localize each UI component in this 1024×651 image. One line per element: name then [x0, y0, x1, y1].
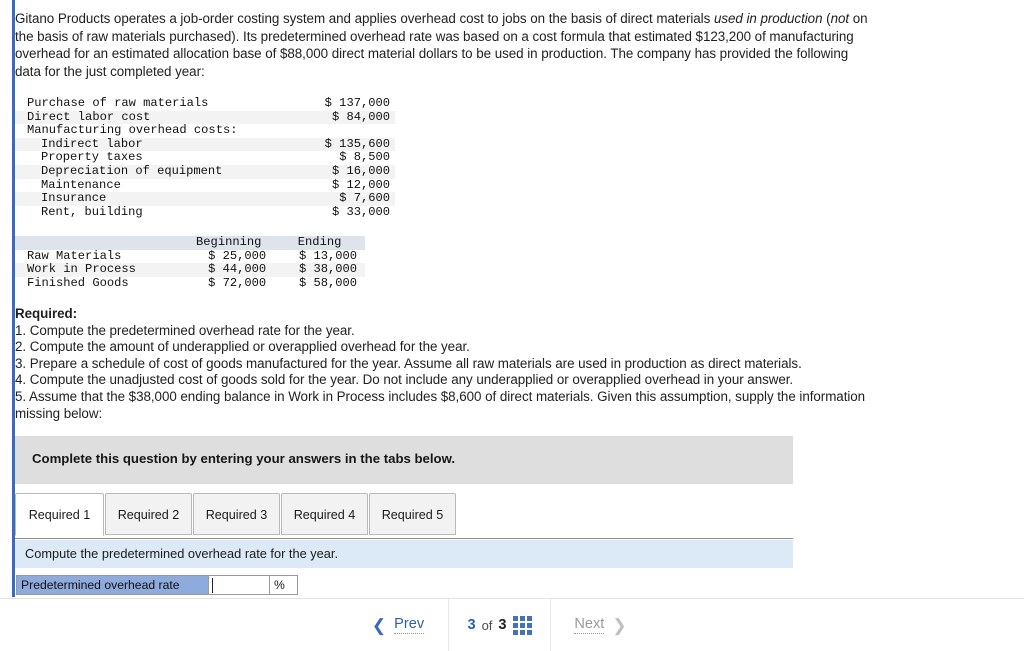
tab-required-3[interactable]: Required 3 — [193, 493, 280, 535]
cost-row-label: Insurance — [15, 192, 287, 206]
prev-label: Prev — [394, 616, 425, 634]
table-row: Finished Goods $ 72,000 $ 58,000 — [15, 275, 365, 291]
answer-input-row: Predetermined overhead rate % — [16, 575, 298, 595]
stem-part-2: ( — [822, 11, 831, 26]
cost-row-value: $ 12,000 — [331, 177, 390, 192]
required-tab-strip: Required 1 Required 2 Required 3 Required 4… — [15, 493, 793, 539]
inventory-row-ending: $ 13,000 — [298, 248, 357, 263]
cost-row-label: Maintenance — [41, 177, 121, 192]
tab-required-1[interactable]: Required 1 — [15, 493, 104, 536]
inventory-balances-body: Beginning Ending Raw Materials $ 25,000 $ 13… — [15, 235, 365, 291]
answer-instruction-banner: Complete this question by entering your … — [15, 436, 793, 484]
predetermined-overhead-rate-input[interactable] — [208, 575, 270, 595]
inventory-row-beginning: $ 25,000 — [208, 248, 267, 263]
chevron-left-icon: ❮ — [371, 615, 387, 635]
table-row: Maintenance $ 12,000 — [15, 177, 395, 193]
table-row: Rent, building $ 33,000 — [15, 204, 395, 220]
cost-row-label: Property taxes — [41, 150, 143, 165]
page-indicator: 3 of 3 — [448, 599, 550, 651]
answer-instruction-text: Complete this question by entering your … — [32, 451, 456, 466]
percent-unit-label: % — [270, 575, 298, 595]
table-row: Direct labor cost $ 84,000 — [15, 110, 395, 125]
required-section: Required: 1. Compute the predetermined o… — [15, 306, 875, 422]
inventory-header-ending: Ending — [274, 235, 365, 250]
table-row: Manufacturing overhead costs: — [15, 124, 395, 138]
stem-emphasis-2: not — [830, 11, 850, 26]
table-row: Property taxes $ 8,500 — [15, 151, 395, 165]
grid-icon[interactable] — [512, 615, 532, 635]
table-row: Depreciation of equipment $ 16,000 — [15, 164, 395, 179]
tab-required-4[interactable]: Required 4 — [281, 493, 368, 535]
inventory-row-label: Raw Materials — [27, 248, 122, 263]
active-tab-instruction-bar: Compute the predetermined overhead rate … — [15, 539, 793, 568]
required-item: 1. Compute the predetermined overhead ra… — [15, 322, 355, 338]
cost-row-value: $ 135,600 — [286, 137, 395, 152]
inventory-row-beginning: $ 72,000 — [208, 275, 267, 290]
page-of-label: of — [481, 617, 493, 633]
inventory-header-beginning: Beginning — [183, 235, 275, 250]
cost-data-body: Purchase of raw materials $ 137,000 Direct… — [15, 96, 395, 220]
cost-row-value: $ 8,500 — [339, 150, 390, 165]
cost-data-table: Purchase of raw materials $ 137,000 Direct… — [15, 96, 395, 220]
required-item: 2. Compute the amount of underapplied or… — [15, 339, 470, 355]
total-page-count: 3 — [498, 617, 507, 633]
cost-row-value: $ 84,000 — [286, 110, 395, 125]
inventory-row-beginning: $ 44,000 — [183, 263, 275, 277]
required-heading: Required: — [15, 306, 78, 321]
inventory-header-blank — [15, 236, 184, 250]
text-caret — [212, 578, 213, 593]
cost-row-value: $ 16,000 — [286, 164, 395, 179]
next-label: Next — [574, 616, 605, 634]
cost-row-value — [287, 124, 395, 138]
active-tab-instruction-text: Compute the predetermined overhead rate … — [25, 546, 338, 561]
cost-row-label: Rent, building — [41, 204, 143, 219]
stem-part-1: Gitano Products operates a job-order cos… — [15, 11, 714, 26]
inventory-row-ending: $ 38,000 — [274, 263, 365, 277]
table-row: Purchase of raw materials $ 137,000 — [15, 96, 395, 111]
current-page-number: 3 — [467, 617, 476, 633]
inventory-balances-table: Beginning Ending Raw Materials $ 25,000 $ 13… — [15, 235, 365, 291]
prev-button[interactable]: ❮ Prev — [348, 599, 448, 651]
stem-emphasis-1: used in production — [713, 11, 823, 26]
pager-control: ❮ Prev 3 of 3 Next ❯ — [348, 599, 652, 651]
cost-row-value: $ 137,000 — [324, 96, 390, 110]
table-header-row: Beginning Ending — [15, 235, 365, 250]
table-row: Raw Materials $ 25,000 $ 13,000 — [15, 248, 365, 264]
inventory-row-ending: $ 58,000 — [298, 275, 357, 290]
table-row: Work in Process $ 44,000 $ 38,000 — [15, 263, 365, 277]
inventory-row-label: Work in Process — [15, 263, 184, 277]
tab-required-5[interactable]: Required 5 — [369, 493, 456, 535]
answer-row-label: Predetermined overhead rate — [16, 575, 208, 595]
inventory-row-label: Finished Goods — [27, 275, 129, 290]
next-button[interactable]: Next ❯ — [550, 599, 650, 651]
required-item: 5. Assume that the $38,000 ending balanc… — [15, 388, 866, 421]
cost-row-value: $ 33,000 — [331, 204, 390, 219]
problem-statement: Gitano Products operates a job-order cos… — [15, 10, 877, 80]
required-item: 3. Prepare a schedule of cost of goods m… — [15, 355, 802, 371]
required-items-list: 1. Compute the predetermined overhead ra… — [15, 323, 875, 423]
cost-row-label: Indirect labor — [15, 137, 287, 152]
cost-row-label: Manufacturing overhead costs: — [27, 123, 238, 138]
table-row: Insurance $ 7,600 — [15, 192, 395, 206]
table-row: Indirect labor $ 135,600 — [15, 137, 395, 152]
bottom-navigation-bar: ❮ Prev 3 of 3 Next ❯ — [0, 598, 1024, 651]
chevron-right-icon: ❯ — [612, 615, 627, 635]
cost-row-label: Purchase of raw materials — [27, 96, 209, 110]
required-item: 4. Compute the unadjusted cost of goods … — [15, 372, 794, 388]
cost-row-value: $ 7,600 — [286, 192, 395, 206]
cost-row-label: Depreciation of equipment — [15, 164, 287, 179]
tab-required-2[interactable]: Required 2 — [105, 493, 192, 535]
cost-row-label: Direct labor cost — [15, 110, 287, 125]
